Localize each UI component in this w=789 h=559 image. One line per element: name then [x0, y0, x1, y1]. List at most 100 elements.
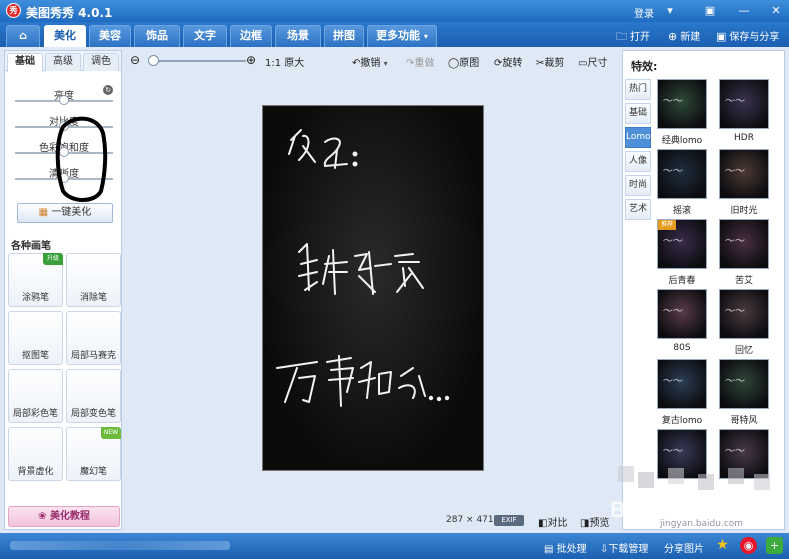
adjust-subtabs: 基础 高级 调色: [5, 51, 121, 72]
effect-label: HDR: [734, 133, 754, 143]
one-click-beautify-button[interactable]: ▦ 一键美化: [17, 203, 113, 223]
category-fashion[interactable]: 时尚: [625, 175, 651, 196]
close-icon[interactable]: ✕: [768, 3, 784, 18]
redo-button[interactable]: ↷重做: [406, 54, 434, 69]
brush-background-blur[interactable]: 背景虚化: [8, 427, 63, 481]
minimize-icon[interactable]: —: [736, 3, 752, 18]
download-manager-button[interactable]: ⇩下载管理: [600, 540, 648, 555]
effect-thumbnail[interactable]: 〜〜: [719, 79, 769, 129]
zoom-out-icon[interactable]: ⊖: [130, 53, 140, 67]
tab-more[interactable]: 更多功能 ▾: [367, 25, 437, 47]
subtab-color[interactable]: 调色: [83, 53, 119, 71]
new-button[interactable]: ⊕ 新建: [668, 28, 700, 43]
effect-thumbnail[interactable]: 〜〜: [719, 289, 769, 339]
image-size-readout: 287 × 471: [446, 515, 494, 525]
effect-preview-art: 〜〜: [724, 96, 744, 107]
category-art[interactable]: 艺术: [625, 199, 651, 220]
beautify-tutorial-button[interactable]: ❀ 美化教程: [8, 506, 120, 527]
compare-button[interactable]: ◧对比: [538, 514, 567, 529]
original-size-button[interactable]: 1:1 原大: [265, 54, 304, 69]
rotate-button[interactable]: ⟳旋转: [494, 54, 522, 69]
save-label: 保存与分享: [729, 32, 780, 43]
effect-thumbnail[interactable]: 〜〜: [657, 79, 707, 129]
brush-eraser[interactable]: 消除笔: [66, 253, 121, 307]
brush-cutout[interactable]: 抠图笔: [8, 311, 63, 365]
effect-thumbnail[interactable]: 〜〜: [719, 149, 769, 199]
effect-preview-art: 〜〜: [662, 96, 682, 107]
compare-label: 对比: [547, 518, 568, 529]
brightness-knob[interactable]: [59, 95, 69, 105]
tab-border[interactable]: 边框: [230, 25, 272, 47]
tab-makeup[interactable]: 美容: [89, 25, 131, 47]
original-image-button[interactable]: ◯原图: [448, 54, 479, 69]
category-basic[interactable]: 基础: [625, 103, 651, 124]
chevron-down-icon: ▾: [423, 32, 428, 41]
add-icon[interactable]: +: [766, 537, 783, 554]
tutorial-label: 美化教程: [49, 511, 90, 522]
brush-section-title: 各种画笔: [11, 241, 51, 252]
batch-label: 批处理: [556, 544, 587, 555]
handwriting-image: [276, 129, 450, 407]
star-icon[interactable]: ★: [714, 537, 731, 554]
tab-text[interactable]: 文字: [183, 25, 227, 47]
canvas-area[interactable]: [124, 72, 620, 527]
brush-label: 消除笔: [79, 293, 107, 303]
effect-preview-art: 〜〜: [662, 306, 682, 317]
brush-magic[interactable]: 魔幻笔 NEW: [66, 427, 121, 481]
watermark-url: jingyan.baidu.com: [660, 519, 744, 529]
effect-thumbnail[interactable]: 〜〜: [657, 149, 707, 199]
effect-label: 苦艾: [734, 276, 753, 286]
tab-scene[interactable]: 场景: [275, 25, 321, 47]
brush-recolor[interactable]: 局部变色笔: [66, 369, 121, 423]
open-button[interactable]: 🗀 打开: [616, 28, 650, 47]
undo-button[interactable]: ↶撤销 ▾: [352, 54, 388, 69]
tab-beautify[interactable]: 美化: [44, 25, 86, 47]
brush-label: 背景虚化: [17, 467, 54, 477]
annotation-circle: [55, 116, 108, 202]
effect-preview-art: 〜〜: [724, 376, 744, 387]
weibo-icon[interactable]: ◉: [740, 537, 757, 554]
brush-mosaic[interactable]: 局部马赛克: [66, 311, 121, 365]
zoom-knob[interactable]: [148, 55, 159, 66]
menu-icon[interactable]: ▾: [662, 3, 678, 18]
login-link[interactable]: 登录: [634, 5, 654, 20]
chevron-down-icon[interactable]: ▾: [384, 59, 388, 68]
batch-icon: ▤: [544, 544, 554, 555]
resize-button[interactable]: ▭尺寸: [578, 54, 607, 69]
brush-doodle[interactable]: 涂鸦笔 升级: [8, 253, 63, 307]
category-portrait[interactable]: 人像: [625, 151, 651, 172]
subtab-basic[interactable]: 基础: [7, 53, 43, 72]
tab-collage[interactable]: 拼图: [324, 25, 364, 47]
pen-icon: [24, 318, 48, 342]
save-share-button[interactable]: ▣ 保存与分享: [716, 28, 779, 43]
effects-title: 特效:: [631, 60, 658, 73]
skin-icon[interactable]: ▣: [702, 3, 718, 18]
effect-preview-art: 〜〜: [662, 376, 682, 387]
paint-bucket-icon: [82, 376, 106, 400]
tab-decorations[interactable]: 饰品: [134, 25, 180, 47]
effect-thumbnail[interactable]: 〜〜: [657, 289, 707, 339]
effect-thumbnail[interactable]: 〜〜: [719, 359, 769, 409]
effect-thumbnail[interactable]: 〜〜: [657, 359, 707, 409]
batch-process-button[interactable]: ▤ 批处理: [544, 540, 587, 555]
effect-thumbnail[interactable]: 〜〜: [719, 219, 769, 269]
brush-local-color[interactable]: 局部彩色笔: [8, 369, 63, 423]
share-image-button[interactable]: 分享图片: [664, 540, 704, 555]
photo-canvas[interactable]: [262, 105, 484, 471]
zoom-slider[interactable]: [150, 60, 246, 62]
new-label: 新建: [680, 32, 701, 43]
effect-preview-art: 〜〜: [662, 446, 682, 457]
canvas-toolbar: ⊖ ⊕ 1:1 原大 ↶撤销 ▾ ↷重做 ◯原图 ⟳旋转 ✂裁剪 ▭尺寸: [124, 50, 620, 72]
app-logo-icon: 秀: [6, 3, 21, 18]
zoom-in-icon[interactable]: ⊕: [246, 53, 256, 67]
upgrade-badge: 升级: [43, 253, 63, 265]
effect-thumbnail[interactable]: 〜〜 推荐: [657, 219, 707, 269]
home-tab[interactable]: ⌂: [6, 25, 40, 47]
effect-label: 旧时光: [730, 206, 758, 216]
subtab-advanced[interactable]: 高级: [45, 53, 81, 71]
category-hot[interactable]: 热门: [625, 79, 651, 100]
exif-button[interactable]: EXIF: [494, 515, 524, 526]
effect-label: 摇滚: [672, 206, 691, 216]
category-lomo[interactable]: Lomo: [625, 127, 651, 148]
crop-button[interactable]: ✂裁剪: [536, 54, 564, 69]
